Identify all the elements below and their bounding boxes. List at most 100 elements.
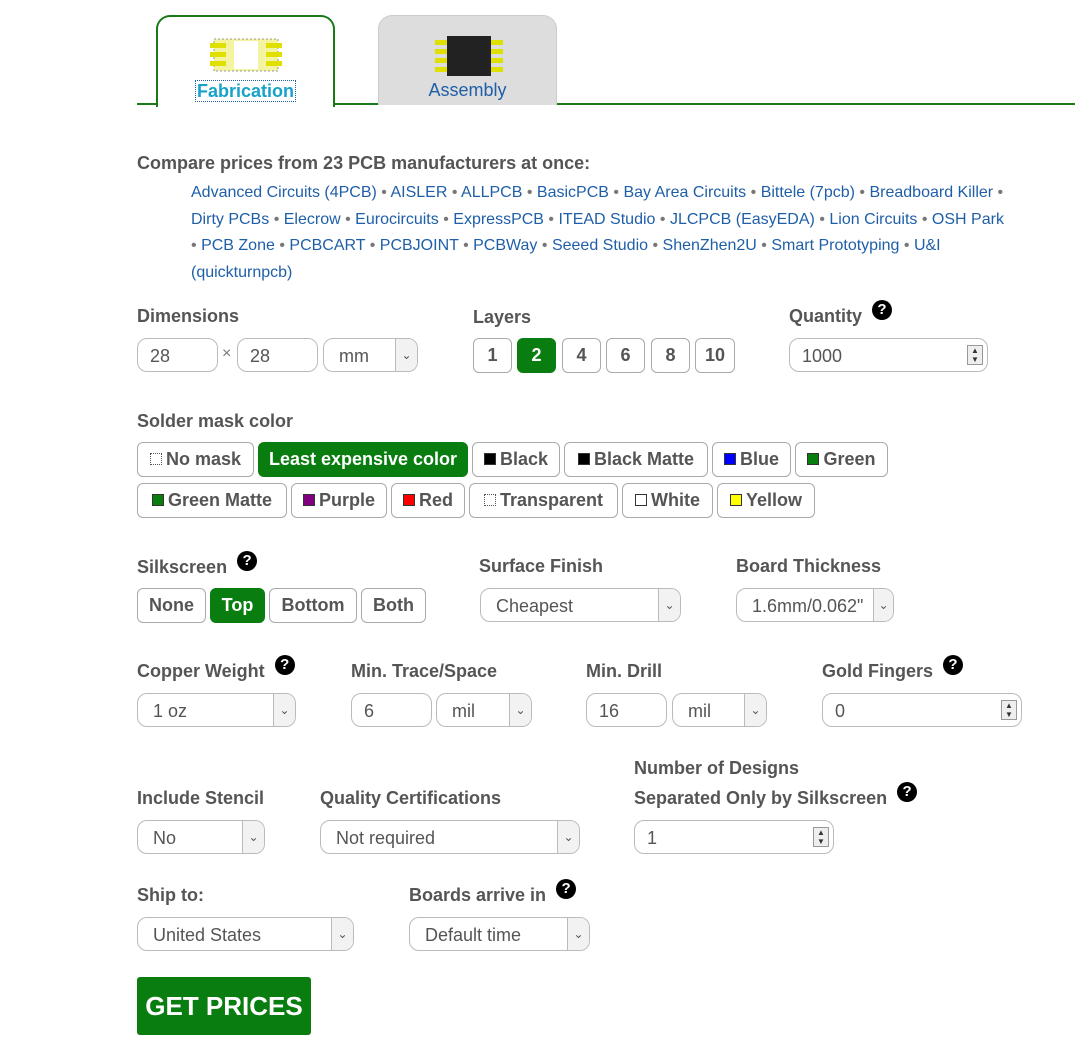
designs-input[interactable]: 1 ▲ ▼ xyxy=(634,820,834,854)
manufacturer-link[interactable]: Dirty PCBs xyxy=(191,211,269,228)
manufacturer-link[interactable]: Breadboard Killer xyxy=(869,184,993,201)
mask-option-no-mask[interactable]: No mask xyxy=(137,442,254,477)
mask-option-label: Yellow xyxy=(745,490,803,510)
ship-to-select[interactable]: United States ⌄ xyxy=(137,917,354,951)
mask-option-black[interactable]: Black xyxy=(472,442,560,477)
gold-fingers-label-text: Gold Fingers xyxy=(822,661,934,681)
chip-icon xyxy=(435,36,503,76)
manufacturer-link[interactable]: Seeed Studio xyxy=(552,237,648,254)
min-trace-unit-select[interactable]: mil ⌄ xyxy=(436,693,532,727)
width-input[interactable]: 28 xyxy=(137,338,218,372)
silkscreen-option-none[interactable]: None xyxy=(137,588,206,623)
manufacturer-link[interactable]: ExpressPCB xyxy=(453,211,544,228)
help-icon[interactable]: ? xyxy=(274,655,295,675)
chevron-down-icon: ⌄ xyxy=(395,339,417,371)
mask-option-label: No mask xyxy=(165,449,242,469)
color-swatch xyxy=(723,453,736,466)
separator: • xyxy=(819,210,825,228)
tab-fabrication[interactable]: Fabrication xyxy=(156,15,335,107)
manufacturer-link[interactable]: AISLER xyxy=(390,184,447,201)
arrive-select[interactable]: Default time ⌄ xyxy=(409,917,590,951)
tab-assembly[interactable]: Assembly xyxy=(378,15,557,105)
silkscreen-option-both[interactable]: Both xyxy=(361,588,426,623)
copper-weight-label: Copper Weight? xyxy=(137,655,295,682)
manufacturer-link[interactable]: Bittele (7pcb) xyxy=(761,184,855,201)
layer-option-10[interactable]: 10 xyxy=(695,338,735,373)
surface-finish-label: Surface Finish xyxy=(479,556,604,576)
manufacturer-link[interactable]: Advanced Circuits (4PCB) xyxy=(191,184,377,201)
silkscreen-option-bottom[interactable]: Bottom xyxy=(269,588,357,623)
separator: • xyxy=(451,184,458,201)
height-input[interactable]: 28 xyxy=(237,338,318,372)
min-trace-unit-value: mil xyxy=(452,701,475,721)
help-icon[interactable]: ? xyxy=(897,782,918,802)
spinner-icon[interactable]: ▲ ▼ xyxy=(813,827,829,847)
manufacturer-link[interactable]: Bay Area Circuits xyxy=(623,184,746,201)
manufacturer-link[interactable]: Eurocircuits xyxy=(355,211,439,228)
manufacturer-link[interactable]: Elecrow xyxy=(284,211,341,228)
manufacturer-link[interactable]: PCBJOINT xyxy=(380,237,459,254)
designs-value: 1 xyxy=(647,828,658,848)
quality-select[interactable]: Not required ⌄ xyxy=(320,820,580,854)
mask-option-yellow[interactable]: Yellow xyxy=(717,483,815,518)
separator: • xyxy=(921,210,928,228)
stencil-select[interactable]: No ⌄ xyxy=(137,820,265,854)
mask-option-green[interactable]: Green xyxy=(795,442,888,477)
manufacturer-link[interactable]: ShenZhen2U xyxy=(663,237,757,254)
manufacturer-link[interactable]: PCB Zone xyxy=(201,237,275,254)
manufacturer-link[interactable]: BasicPCB xyxy=(537,184,609,201)
manufacturer-link[interactable]: OSH Park xyxy=(932,211,1004,228)
manufacturer-link[interactable]: ITEAD Studio xyxy=(558,211,655,228)
color-swatch xyxy=(151,494,164,507)
chevron-down-icon: ⌄ xyxy=(509,694,531,726)
quantity-input[interactable]: 1000 ▲ ▼ xyxy=(789,338,988,372)
layer-option-1[interactable]: 1 xyxy=(473,338,512,373)
help-icon[interactable]: ? xyxy=(943,655,964,675)
help-icon[interactable]: ? xyxy=(556,879,577,899)
layer-option-6[interactable]: 6 xyxy=(606,338,645,373)
times-sign: × xyxy=(222,345,232,362)
layer-option-8[interactable]: 8 xyxy=(651,338,690,373)
manufacturer-link[interactable]: ALLPCB xyxy=(461,184,522,201)
manufacturer-link[interactable]: Smart Prototyping xyxy=(771,237,899,254)
dimension-unit-select[interactable]: mm ⌄ xyxy=(323,338,418,372)
tab-assembly-label: Assembly xyxy=(428,80,507,100)
chevron-down-icon: ⌄ xyxy=(557,821,579,853)
separator: • xyxy=(659,210,666,228)
min-drill-input[interactable]: 16 xyxy=(586,693,667,727)
separator: • xyxy=(541,237,548,254)
layer-option-2[interactable]: 2 xyxy=(517,338,556,373)
min-drill-label: Min. Drill xyxy=(586,661,662,681)
mask-option-least-expensive-color[interactable]: Least expensive color xyxy=(258,442,468,477)
min-trace-input[interactable]: 6 xyxy=(351,693,432,727)
gold-fingers-input[interactable]: 0 ▲ ▼ xyxy=(822,693,1022,727)
color-swatch xyxy=(807,453,820,466)
chevron-down-icon: ⌄ xyxy=(331,918,353,950)
separator: • xyxy=(381,184,387,201)
mask-option-purple[interactable]: Purple xyxy=(291,483,387,518)
silkscreen-option-top[interactable]: Top xyxy=(210,588,265,623)
mask-option-label: Transparent xyxy=(499,490,604,510)
spinner-icon[interactable]: ▲ ▼ xyxy=(1001,700,1017,720)
mask-option-transparent[interactable]: Transparent xyxy=(469,483,618,518)
manufacturer-link[interactable]: JLCPCB (EasyEDA) xyxy=(670,211,815,228)
mask-option-black-matte[interactable]: Black Matte xyxy=(564,442,708,477)
manufacturer-link[interactable]: PCBCART xyxy=(289,237,365,254)
manufacturer-link[interactable]: PCBWay xyxy=(473,237,537,254)
copper-weight-select[interactable]: 1 oz ⌄ xyxy=(137,693,296,727)
surface-finish-select[interactable]: Cheapest ⌄ xyxy=(480,588,681,622)
board-thickness-select[interactable]: 1.6mm/0.062" ⌄ xyxy=(736,588,894,622)
mask-option-blue[interactable]: Blue xyxy=(712,442,791,477)
layer-option-4[interactable]: 4 xyxy=(562,338,601,373)
min-drill-unit-select[interactable]: mil ⌄ xyxy=(672,693,767,727)
compare-heading: Compare prices from 23 PCB manufacturers… xyxy=(137,153,591,173)
mask-option-label: Least expensive color xyxy=(268,449,458,469)
mask-option-red[interactable]: Red xyxy=(391,483,465,518)
help-icon[interactable]: ? xyxy=(237,551,258,571)
mask-option-white[interactable]: White xyxy=(622,483,713,518)
help-icon[interactable]: ? xyxy=(872,300,893,320)
spinner-icon[interactable]: ▲ ▼ xyxy=(967,345,983,365)
manufacturer-link[interactable]: Lion Circuits xyxy=(829,211,917,228)
mask-option-green-matte[interactable]: Green Matte xyxy=(137,483,287,518)
get-prices-button[interactable]: GET PRICES xyxy=(137,977,311,1035)
